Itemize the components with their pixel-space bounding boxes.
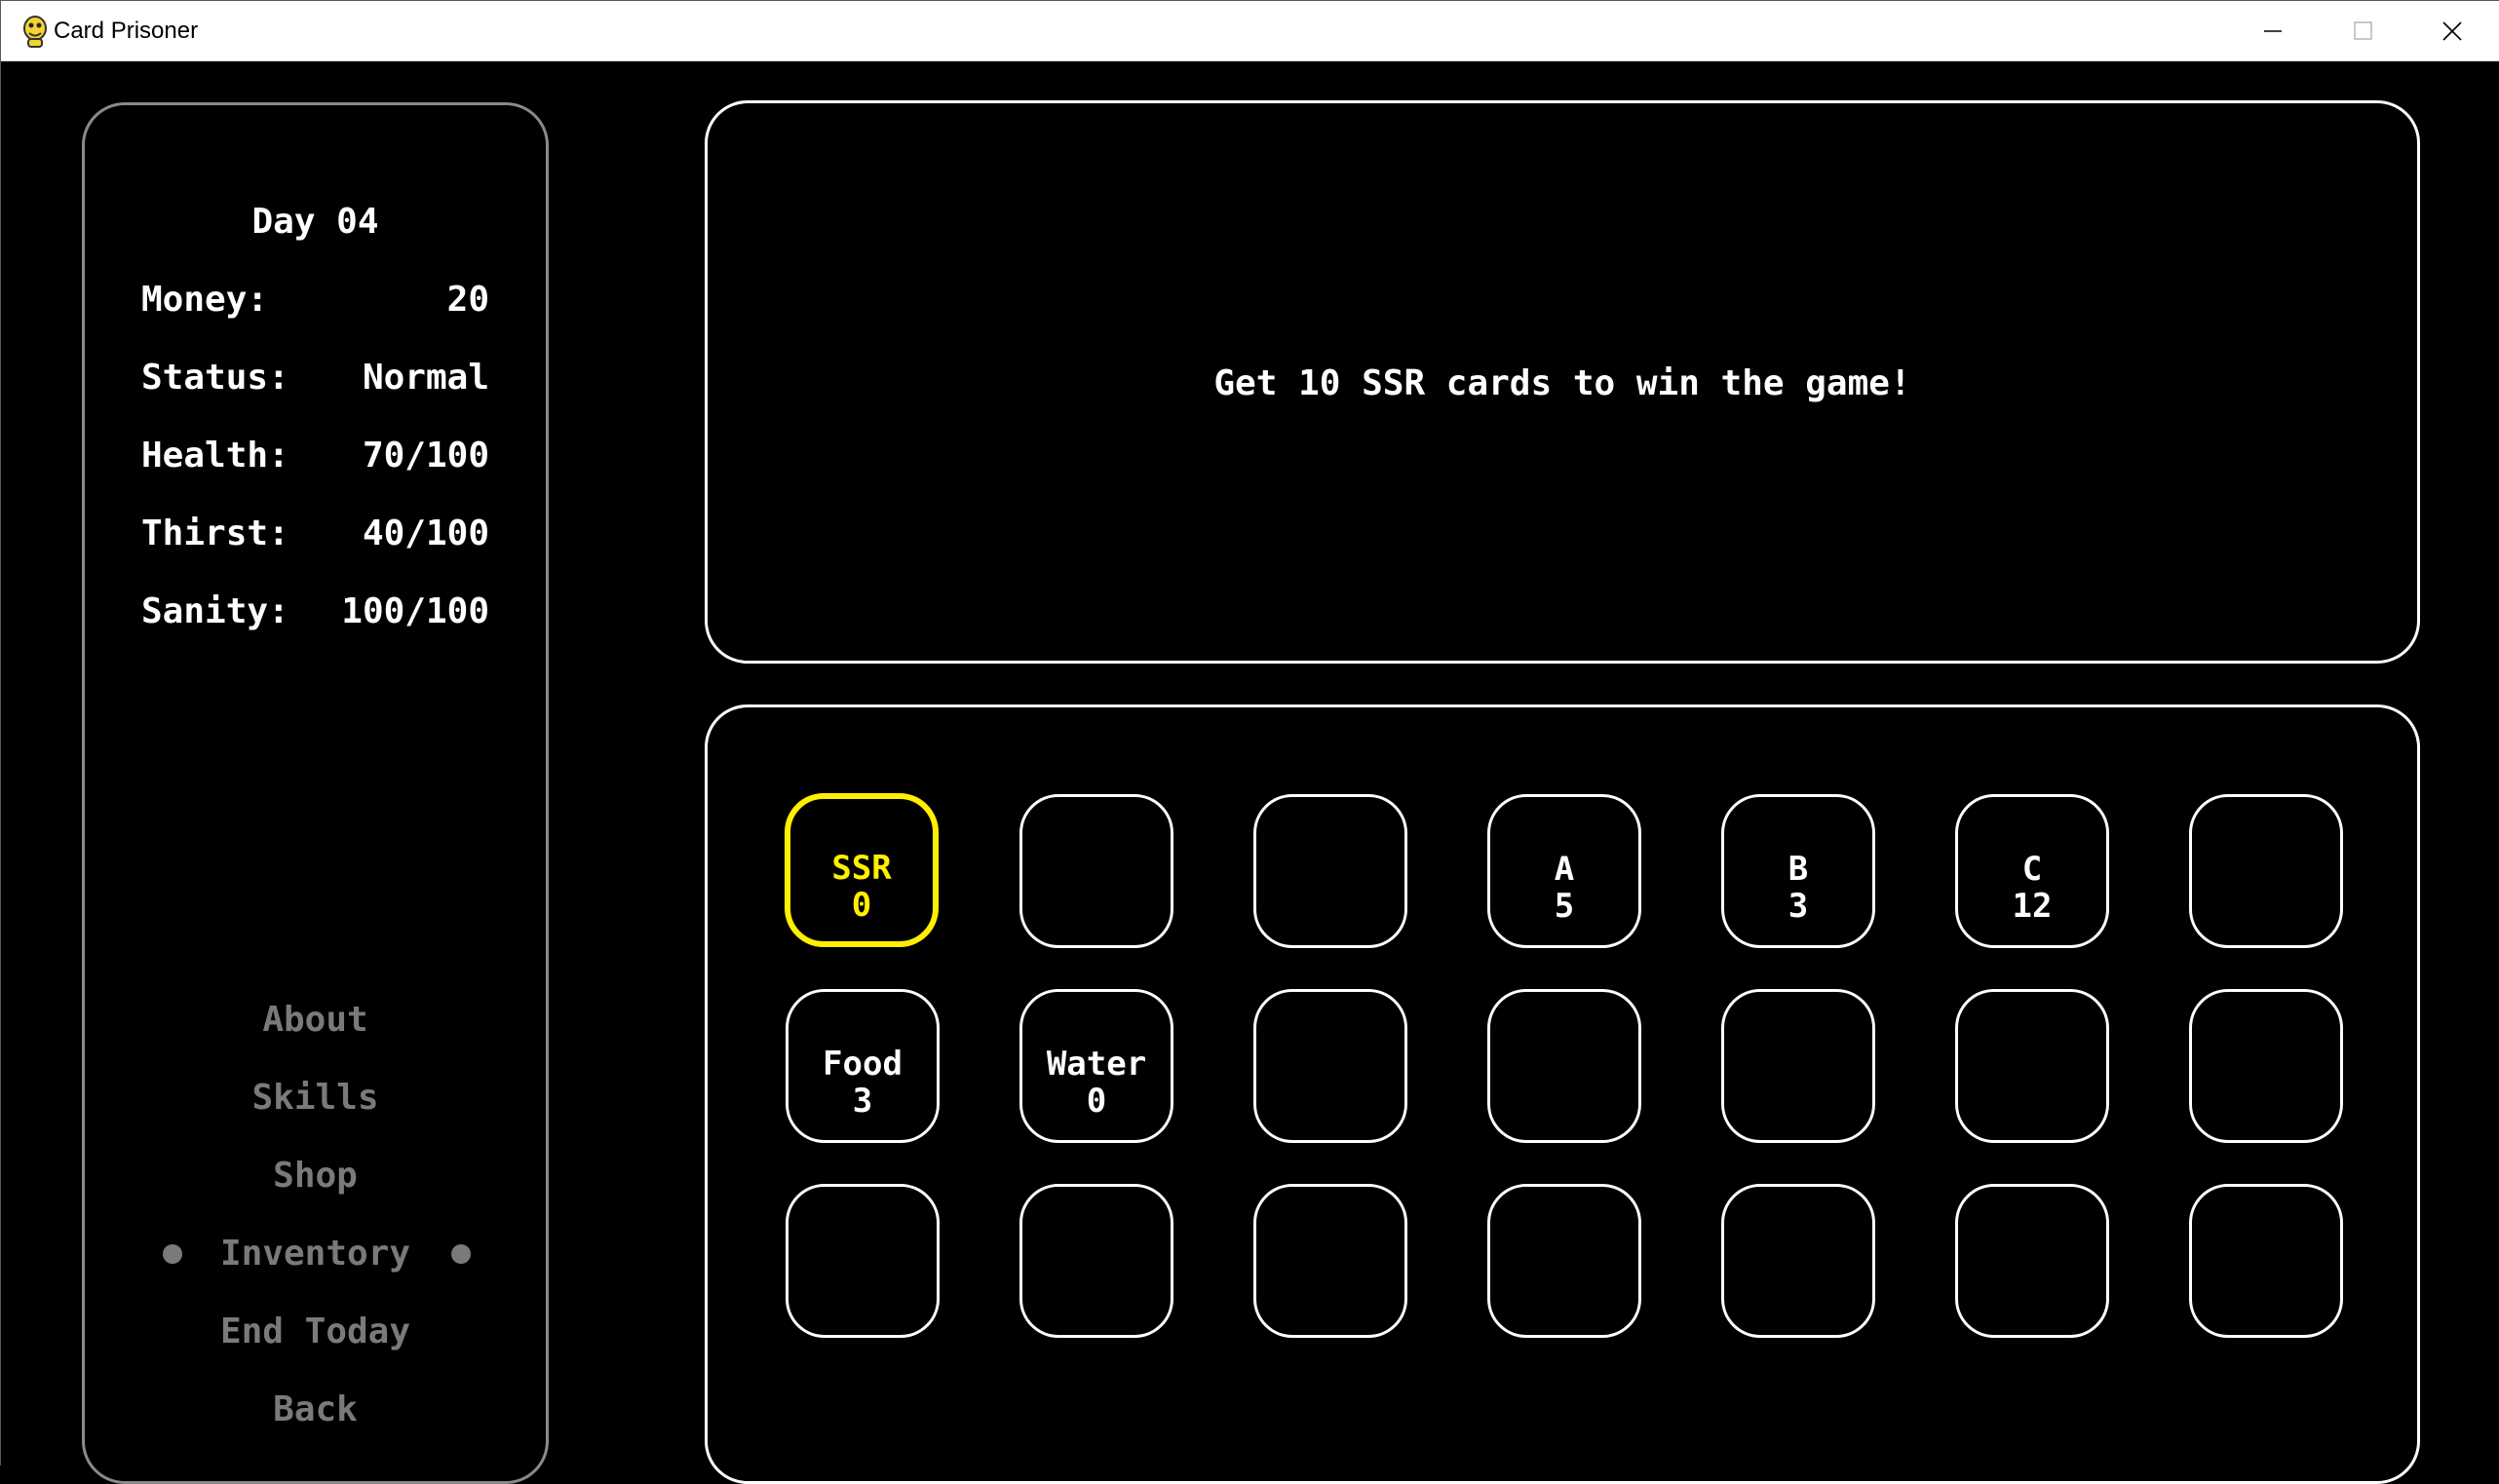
inventory-slot[interactable]	[1487, 989, 1641, 1143]
inventory-slot[interactable]	[1721, 989, 1875, 1143]
day-counter: Day 04	[251, 202, 379, 242]
slot-item-count: 3	[1788, 887, 1809, 926]
slot-item-name: Food	[823, 1045, 903, 1084]
status-value: Normal	[362, 358, 489, 398]
menu-skills[interactable]: Skills	[85, 1079, 546, 1118]
slot-item-name: C	[2021, 850, 2043, 889]
inventory-slot[interactable]: B3	[1721, 794, 1875, 948]
inventory-slot[interactable]	[1253, 1184, 1407, 1338]
inventory-slot[interactable]	[1019, 794, 1173, 948]
health-value: 70/100	[362, 436, 489, 476]
maximize-button[interactable]	[2318, 1, 2407, 61]
window-title: Card Prisoner	[54, 18, 199, 44]
thirst-label: Thirst:	[141, 514, 289, 553]
inventory-slot[interactable]: Water 0	[1019, 989, 1173, 1143]
slot-item-name: Water	[1046, 1045, 1147, 1084]
minimize-button[interactable]	[2228, 1, 2318, 61]
slot-item-count: 12	[2012, 887, 2053, 926]
close-button[interactable]	[2407, 1, 2497, 61]
menu-back[interactable]: Back	[85, 1390, 546, 1429]
slot-item-count: 5	[1554, 887, 1575, 926]
inventory-slot[interactable]: Food 3	[786, 989, 940, 1143]
maximize-icon	[2354, 21, 2372, 40]
money-label: Money:	[141, 280, 269, 320]
close-icon	[2442, 21, 2462, 41]
message-panel: Get 10 SSR cards to win the game!	[705, 100, 2420, 664]
python-snake-icon	[20, 15, 50, 48]
inventory-slot[interactable]	[1487, 1184, 1641, 1338]
slot-item-name: B	[1788, 850, 1809, 889]
inventory-slot[interactable]	[1253, 989, 1407, 1143]
status-label: Status:	[141, 358, 289, 398]
menu-inventory[interactable]: Inventory	[85, 1235, 546, 1274]
sanity-value: 100/100	[341, 591, 489, 631]
app-window: Card Prisoner Day 04 Money: 20 Status: N…	[0, 0, 2499, 1484]
inventory-slot[interactable]	[2189, 794, 2343, 948]
menu-shop[interactable]: Shop	[85, 1157, 546, 1196]
title-bar[interactable]: Card Prisoner	[1, 1, 2499, 61]
message-text: Get 10 SSR cards to win the game!	[1213, 363, 1911, 403]
slot-item-name: A	[1554, 850, 1575, 889]
inventory-slot[interactable]: C 12	[1955, 794, 2109, 948]
sanity-label: Sanity:	[141, 591, 289, 631]
inventory-slot[interactable]	[1019, 1184, 1173, 1338]
inventory-slot[interactable]	[1721, 1184, 1875, 1338]
menu-end-today[interactable]: End Today	[85, 1313, 546, 1351]
minimize-icon	[2264, 30, 2282, 32]
inventory-slot[interactable]	[786, 1184, 940, 1338]
inventory-slot[interactable]: SSR 0	[785, 793, 939, 947]
money-value: 20	[446, 280, 489, 320]
inventory-slot[interactable]	[1955, 1184, 2109, 1338]
inventory-slot[interactable]	[1955, 989, 2109, 1143]
menu-about[interactable]: About	[85, 1001, 546, 1040]
game-screen: Day 04 Money: 20 Status: Normal Health: …	[1, 61, 2499, 1484]
slot-item-name: SSR	[831, 849, 892, 888]
inventory-panel: SSR 0 A 5 B 3 C 12 Food 3 Water 0	[705, 704, 2420, 1484]
inventory-slot[interactable]: A5	[1487, 794, 1641, 948]
thirst-value: 40/100	[362, 514, 489, 553]
health-label: Health:	[141, 436, 289, 476]
inventory-slot[interactable]	[2189, 989, 2343, 1143]
inventory-slot[interactable]	[2189, 1184, 2343, 1338]
stats-menu-panel: Day 04 Money: 20 Status: Normal Health: …	[82, 102, 549, 1484]
slot-item-count: 0	[1086, 1082, 1107, 1121]
inventory-slot[interactable]	[1253, 794, 1407, 948]
slot-item-count: 3	[852, 1082, 873, 1121]
selection-dot-right-icon	[451, 1244, 471, 1264]
slot-item-count: 0	[851, 886, 872, 925]
